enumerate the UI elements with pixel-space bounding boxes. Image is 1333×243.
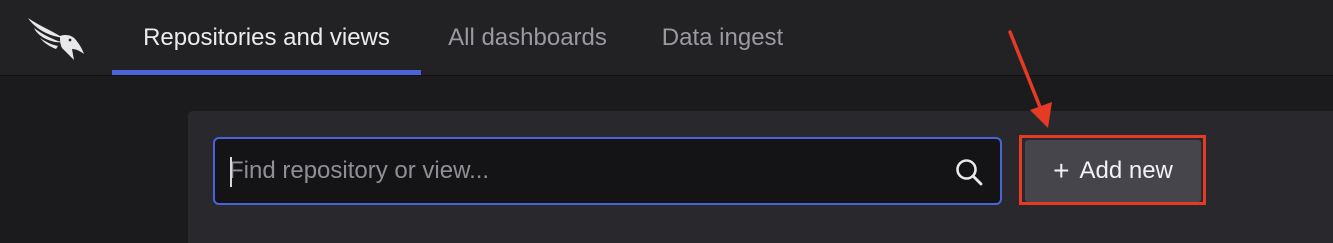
tab-repositories-and-views[interactable]: Repositories and views <box>112 0 421 76</box>
text-caret <box>230 157 232 187</box>
search-icon[interactable] <box>954 157 984 187</box>
top-navigation-bar: Repositories and views All dashboards Da… <box>0 0 1333 76</box>
tab-data-ingest[interactable]: Data ingest <box>640 0 805 76</box>
annotation-highlight-box <box>1019 135 1206 205</box>
search-box <box>213 137 1002 205</box>
annotation-arrow-icon <box>1008 30 1052 128</box>
falcon-logo-icon[interactable] <box>26 16 86 62</box>
tab-all-dashboards[interactable]: All dashboards <box>430 0 625 76</box>
search-input[interactable] <box>229 139 939 203</box>
